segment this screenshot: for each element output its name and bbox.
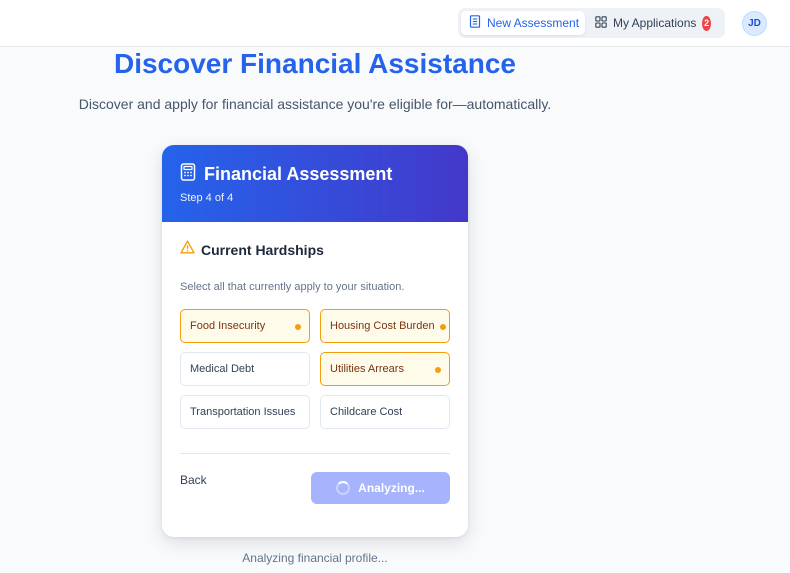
spinner-icon xyxy=(336,481,351,495)
page-title: Discover Financial Assistance xyxy=(113,48,517,79)
option-label: Medical Debt xyxy=(190,363,255,375)
assessment-card: Financial Assessment Step 4 of 4 Current… xyxy=(162,145,468,537)
document-icon xyxy=(469,15,481,31)
card-body: Current Hardships Select all that curren… xyxy=(162,222,468,454)
tab-new-assessment-label: New Assessment xyxy=(487,16,580,30)
hardship-options: Food Insecurity Housing Cost Burden Medi… xyxy=(180,309,450,429)
calculator-icon xyxy=(180,163,196,186)
page-subtitle: Discover and apply for financial assista… xyxy=(78,96,552,112)
option-label: Housing Cost Burden xyxy=(330,320,435,332)
top-bar: New Assessment My Applications 2 JD xyxy=(0,0,790,47)
tab-new-assessment[interactable]: New Assessment xyxy=(461,11,585,35)
selected-indicator xyxy=(440,324,446,330)
card-header: Financial Assessment Step 4 of 4 xyxy=(162,145,468,222)
status-text: Analyzing financial profile... xyxy=(242,551,388,565)
option-transportation-issues[interactable]: Transportation Issues xyxy=(180,395,310,429)
option-childcare-cost[interactable]: Childcare Cost xyxy=(320,395,450,429)
option-utilities-arrears[interactable]: Utilities Arrears xyxy=(320,352,450,386)
card-actions: Back Analyzing... xyxy=(162,454,468,514)
tab-my-applications-label: My Applications xyxy=(613,16,697,30)
avatar[interactable]: JD xyxy=(742,11,767,36)
grid-icon xyxy=(595,15,607,31)
analyze-button-label: Analyzing... xyxy=(358,481,425,495)
back-button[interactable]: Back xyxy=(180,473,207,487)
analyze-button[interactable]: Analyzing... xyxy=(311,472,450,504)
option-food-insecurity[interactable]: Food Insecurity xyxy=(180,309,310,343)
option-label: Transportation Issues xyxy=(190,406,296,418)
section-title: Current Hardships xyxy=(201,241,324,258)
warning-icon xyxy=(180,240,195,259)
applications-count-badge: 2 xyxy=(702,15,711,31)
option-medical-debt[interactable]: Medical Debt xyxy=(180,352,310,386)
section-description: Select all that currently apply to your … xyxy=(180,281,405,293)
nav-tabs: New Assessment My Applications 2 xyxy=(458,8,725,38)
tab-my-applications[interactable]: My Applications 2 xyxy=(587,11,719,35)
option-label: Childcare Cost xyxy=(330,406,403,418)
option-label: Food Insecurity xyxy=(190,320,266,332)
option-housing-cost-burden[interactable]: Housing Cost Burden xyxy=(320,309,450,343)
selected-indicator xyxy=(295,324,301,330)
option-label: Utilities Arrears xyxy=(330,363,404,375)
selected-indicator xyxy=(435,367,441,373)
card-title: Financial Assessment xyxy=(204,164,393,184)
step-indicator: Step 4 of 4 xyxy=(180,192,234,204)
